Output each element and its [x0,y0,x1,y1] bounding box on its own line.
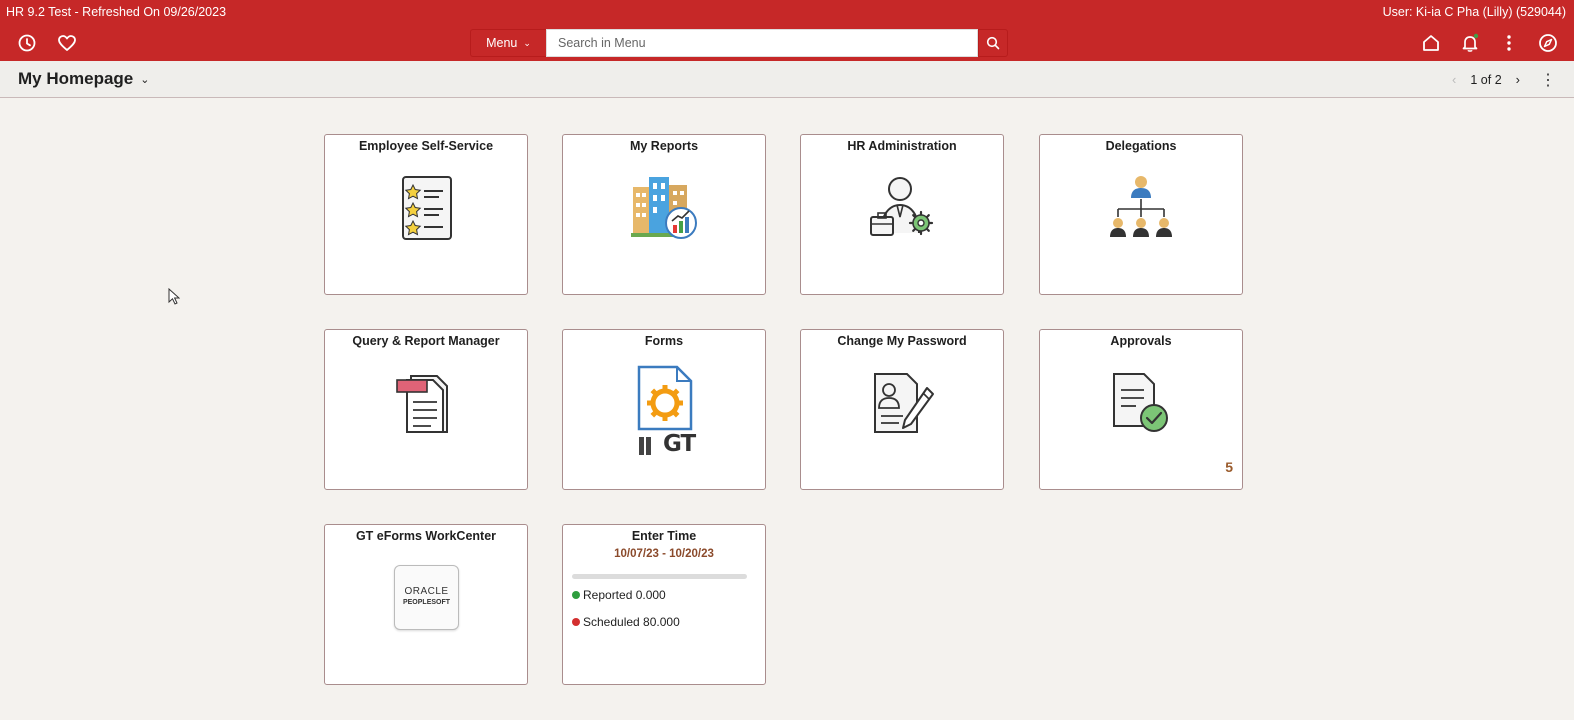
mouse-pointer-icon [168,288,180,305]
favorites-heart-icon[interactable] [56,32,78,54]
tile-title: Employee Self-Service [358,139,494,153]
document-check-icon [1106,368,1176,438]
approvals-count-badge: 5 [1225,459,1233,475]
scheduled-hours-row: Scheduled 80.000 [572,615,680,629]
checklist-stars-icon [391,173,461,243]
time-period-dates: 10/07/23 - 10/20/23 [614,548,714,560]
chevron-down-icon: ⌄ [523,37,531,48]
navigation-menu-button[interactable]: Menu ⌄ [470,29,546,57]
search-button[interactable] [978,29,1008,57]
tile-enter-time[interactable]: Enter Time 10/07/23 - 10/20/23 Reported … [562,524,766,685]
tile-approvals[interactable]: Approvals 5 [1039,329,1243,490]
homepage-selector[interactable]: My Homepage ⌄ [18,69,149,89]
tile-title: Query & Report Manager [352,334,500,348]
search-icon [986,36,1000,50]
org-hierarchy-icon [1106,173,1176,243]
environment-title: HR 9.2 Test - Refreshed On 09/26/2023 [6,5,227,19]
page-title: My Homepage [18,69,134,88]
menu-button-label: Menu [486,36,518,50]
oracle-peoplesoft-logo-icon: ORACLE PEOPLESOFT [394,565,459,630]
reported-status-dot [572,591,580,599]
time-progress-bar [572,574,747,579]
tile-my-reports[interactable]: My Reports [562,134,766,295]
tile-delegations[interactable]: Delegations [1039,134,1243,295]
top-banner: HR 9.2 Test - Refreshed On 09/26/2023 Us… [0,0,1574,61]
home-icon[interactable] [1420,32,1442,54]
page-indicator: 1 of 2 [1470,72,1502,87]
actions-kebab-icon[interactable] [1498,32,1520,54]
tile-query-report-manager[interactable]: Query & Report Manager [324,329,528,490]
homepage-header: My Homepage ⌄ ‹ 1 of 2 › ⋮ [0,61,1574,98]
scheduled-status-dot [572,618,580,626]
buildings-chart-icon [629,173,699,243]
next-page-icon[interactable]: › [1516,72,1520,87]
gt-logo-text: GT [663,431,696,457]
homepage-pager: ‹ 1 of 2 › [1452,72,1520,87]
chevron-down-icon: ⌄ [140,73,150,86]
user-info: User: Ki-ia C Pha (Lilly) (529044) [1382,5,1566,19]
report-documents-icon [391,368,461,438]
tile-hr-administration[interactable]: HR Administration [800,134,1004,295]
tile-change-my-password[interactable]: Change My Password [800,329,1004,490]
tile-forms[interactable]: Forms GT [562,329,766,490]
tile-title: My Reports [629,139,699,153]
recent-history-icon[interactable] [16,32,38,54]
tile-title: Enter Time [631,529,697,543]
previous-page-icon[interactable]: ‹ [1452,72,1456,87]
menu-search-input[interactable] [546,29,978,57]
tile-title: Delegations [1105,139,1177,153]
admin-person-gear-icon [867,173,937,243]
reported-hours-row: Reported 0.000 [572,588,666,602]
scheduled-hours-label: Scheduled 80.000 [583,615,680,629]
reported-hours-label: Reported 0.000 [583,588,666,602]
tile-title: HR Administration [847,139,957,153]
tile-employee-self-service[interactable]: Employee Self-Service [324,134,528,295]
tile-title: GT eForms WorkCenter [355,529,497,543]
page-options-kebab-icon[interactable]: ⋮ [1540,70,1556,90]
notifications-bell-icon[interactable] [1459,32,1481,54]
tile-gt-eforms-workcenter[interactable]: GT eForms WorkCenter ORACLE PEOPLESOFT [324,524,528,685]
tile-title: Approvals [1110,334,1172,348]
tile-title: Change My Password [837,334,967,348]
tile-title: Forms [644,334,684,348]
profile-document-pen-icon [867,368,937,438]
navigator-compass-icon[interactable] [1537,32,1559,54]
